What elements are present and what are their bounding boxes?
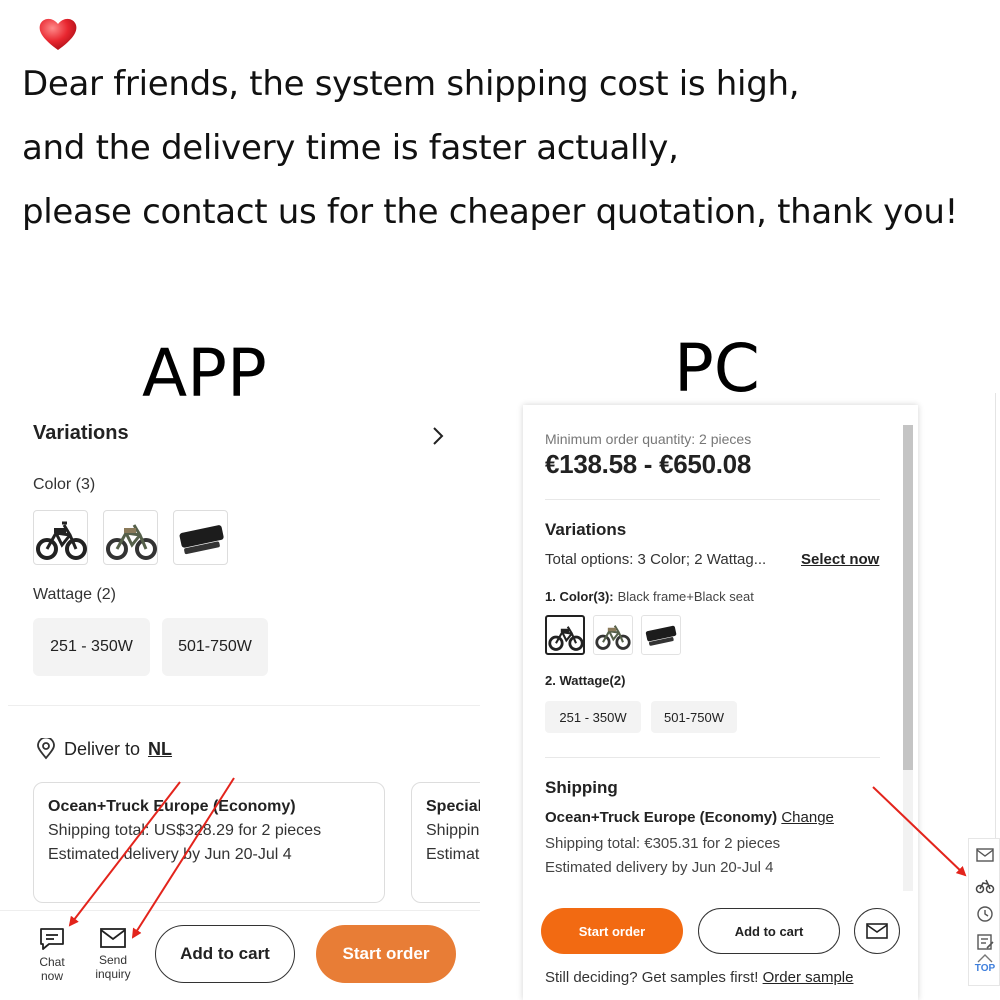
pc-screenshot: Minimum order quantity: 2 pieces €138.58… <box>523 405 918 1000</box>
notice-line-1: Dear friends, the system shipping cost i… <box>22 64 800 104</box>
shipping-card-title: Special <box>426 798 480 815</box>
shipping-card-2[interactable]: Special Shippin Estimat <box>411 782 480 903</box>
floating-toolbar: TOP <box>968 838 1000 986</box>
ebike-black-icon <box>36 521 87 560</box>
color-option-2[interactable] <box>593 615 633 655</box>
mail-icon[interactable] <box>975 845 995 865</box>
chat-now-label-1: Chat <box>39 955 65 969</box>
color-label: Color (3) <box>33 476 96 493</box>
battery-icon <box>179 525 224 555</box>
wattage-option-1[interactable]: 251 - 350W <box>545 701 641 733</box>
app-screenshot: Variations Color (3) Wattage (2) 251 - 3… <box>0 410 480 1000</box>
deliver-to[interactable]: Deliver to NL <box>36 738 172 760</box>
divider <box>545 499 880 500</box>
ebike-black-icon <box>548 626 583 651</box>
color-option-1[interactable] <box>545 615 585 655</box>
shipping-total: Shipping total: €305.31 for 2 pieces <box>545 835 781 852</box>
send-inquiry-label-1: Send <box>98 953 128 967</box>
shipping-card-title: Ocean+Truck Europe (Economy) <box>48 798 296 815</box>
total-options: Total options: 3 Color; 2 Wattag... <box>545 551 767 568</box>
battery-icon <box>645 625 677 646</box>
scrollbar[interactable] <box>903 425 913 895</box>
wattage-option-1[interactable]: 251 - 350W <box>33 618 150 676</box>
pc-label: PC <box>674 330 760 407</box>
heart-icon <box>39 18 77 50</box>
change-shipping-link[interactable]: Change <box>781 809 834 826</box>
deliver-to-prefix: Deliver to <box>64 738 141 759</box>
color-option-2[interactable] <box>103 510 158 565</box>
add-to-cart-button[interactable]: Add to cart <box>155 925 295 983</box>
pc-action-bar: Start order Add to cart Still deciding? … <box>523 891 918 1000</box>
estimated-delivery: Estimated delivery by Jun 20-Jul 4 <box>545 859 774 876</box>
chat-icon <box>40 928 64 950</box>
shipping-card-delivery: Estimat <box>426 846 480 863</box>
notice-line-3: please contact us for the cheaper quotat… <box>22 192 958 232</box>
feedback-icon[interactable] <box>975 932 995 952</box>
color-option-3[interactable] <box>641 615 681 655</box>
color-option-3[interactable] <box>173 510 228 565</box>
samples-prompt: Still deciding? Get samples first! Order… <box>545 969 853 986</box>
location-pin-icon <box>37 738 55 760</box>
shipping-card-total: Shipping total: US$328.29 for 2 pieces <box>48 822 322 839</box>
color-label-title: 1. Color(3): <box>545 589 614 604</box>
shipping-method: Ocean+Truck Europe (Economy) Change <box>545 809 834 826</box>
ebike-green-icon <box>106 524 157 560</box>
shipping-card-delivery: Estimated delivery by Jun 20-Jul 4 <box>48 846 292 863</box>
wattage-label: 2. Wattage(2) <box>545 673 626 688</box>
samples-text: Still deciding? Get samples first! <box>545 969 759 986</box>
clock-icon[interactable] <box>975 904 995 924</box>
color-option-1[interactable] <box>33 510 88 565</box>
wattage-option-2[interactable]: 501-750W <box>651 701 737 733</box>
ebike-green-icon <box>595 625 631 650</box>
shipping-title: Shipping <box>545 778 618 797</box>
back-to-top-button[interactable]: TOP <box>972 963 998 974</box>
shipping-card-total: Shippin <box>426 822 480 839</box>
divider <box>545 757 880 758</box>
add-to-cart-button[interactable]: Add to cart <box>698 908 840 954</box>
wattage-option-2[interactable]: 501-750W <box>162 618 268 676</box>
scrollbar-thumb[interactable] <box>903 425 913 770</box>
notice-line-2: and the delivery time is faster actually… <box>22 128 679 168</box>
start-order-button[interactable]: Start order <box>541 908 683 954</box>
color-selected-value: Black frame+Black seat <box>617 589 754 604</box>
mail-icon <box>866 923 888 939</box>
color-label: 1. Color(3): Black frame+Black seat <box>545 589 754 604</box>
ebike-icon[interactable] <box>975 875 995 895</box>
send-inquiry-button[interactable] <box>854 908 900 954</box>
chevron-right-icon[interactable] <box>430 426 446 446</box>
chat-now-button[interactable]: Chat now <box>27 927 77 983</box>
app-bottom-bar: Chat now Send inquiry Add to cart Start … <box>0 910 480 1000</box>
start-order-button[interactable]: Start order <box>316 925 456 983</box>
min-order-quantity: Minimum order quantity: 2 pieces <box>545 431 752 447</box>
variations-title: Variations <box>33 422 129 444</box>
divider <box>8 705 480 706</box>
mail-icon <box>100 928 126 948</box>
shipping-card-1[interactable]: Ocean+Truck Europe (Economy) Shipping to… <box>33 782 385 903</box>
variations-title: Variations <box>545 520 627 539</box>
app-label: APP <box>142 335 267 412</box>
shipping-method-name: Ocean+Truck Europe (Economy) <box>545 809 778 826</box>
send-inquiry-button[interactable]: Send inquiry <box>88 927 138 981</box>
send-inquiry-label-2: inquiry <box>95 967 131 981</box>
page-edge-line <box>995 393 996 838</box>
price-range: €138.58 - €650.08 <box>545 449 751 479</box>
chat-now-label-2: now <box>40 969 63 983</box>
deliver-country[interactable]: NL <box>148 739 172 760</box>
order-sample-link[interactable]: Order sample <box>763 969 854 986</box>
select-now-link[interactable]: Select now <box>801 551 879 568</box>
wattage-label: Wattage (2) <box>33 586 116 603</box>
